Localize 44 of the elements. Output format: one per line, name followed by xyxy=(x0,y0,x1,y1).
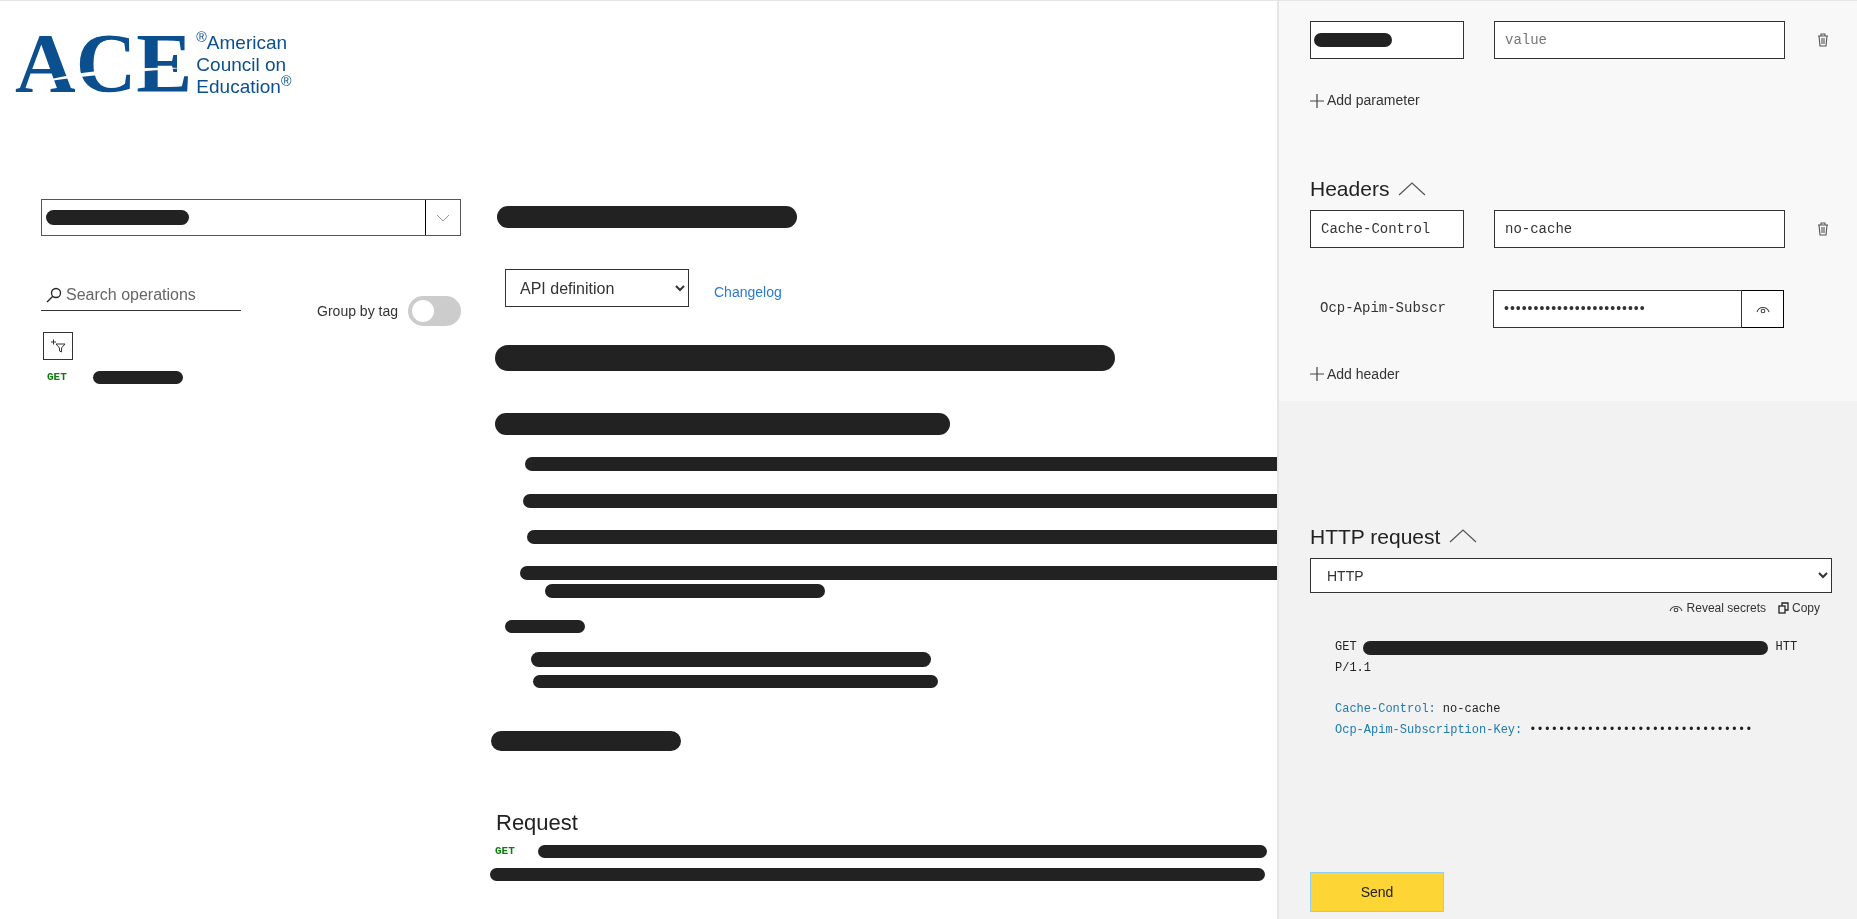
code-text: P/1.1 xyxy=(1335,660,1371,677)
chevron-icon[interactable] xyxy=(1448,528,1479,545)
send-button[interactable]: Send xyxy=(1310,872,1444,912)
header-key: Cache-Control: xyxy=(1335,699,1436,720)
headers-heading: Headers xyxy=(1310,176,1390,202)
filter-button[interactable] xyxy=(43,332,73,360)
operation-item[interactable]: GET xyxy=(41,366,241,388)
parameter-name-field[interactable] xyxy=(1310,21,1464,59)
group-by-tag-label: Group by tag xyxy=(317,301,398,321)
trash-icon[interactable] xyxy=(1817,221,1829,236)
code-text: HTT xyxy=(1775,639,1798,656)
filter-icon xyxy=(50,339,66,353)
group-by-tag-toggle[interactable] xyxy=(408,296,461,326)
parameter-value-field[interactable]: value xyxy=(1494,21,1785,59)
copy-icon xyxy=(1778,602,1789,614)
request-heading: Request xyxy=(496,809,578,837)
http-request-heading: HTTP request xyxy=(1310,523,1441,550)
method-label: GET xyxy=(47,369,68,385)
show-secret-button[interactable] xyxy=(1742,289,1784,328)
trash-icon[interactable] xyxy=(1817,33,1829,47)
definition-select[interactable]: API definition xyxy=(505,269,689,307)
search-field[interactable]: Search operations xyxy=(66,282,236,307)
header-value-field[interactable]: •••••••••••••••••••••••• xyxy=(1493,289,1742,328)
eye-icon xyxy=(1668,603,1683,613)
header-key: Ocp-Apim-Subscription-Key: xyxy=(1335,720,1523,741)
api-select[interactable] xyxy=(41,199,461,236)
plus-icon xyxy=(1310,367,1324,381)
chevron-icon[interactable] xyxy=(1397,180,1428,197)
method-label: GET xyxy=(495,844,516,859)
header-name-field[interactable]: Cache-Control xyxy=(1310,209,1464,248)
chevron-icon xyxy=(436,213,450,222)
header-value: no-cache xyxy=(1442,701,1501,718)
plus-icon xyxy=(1310,93,1324,108)
changelog-link[interactable]: Changelog xyxy=(714,282,782,303)
format-select[interactable]: HTTP xyxy=(1310,558,1832,593)
header-value-field[interactable]: no-cache xyxy=(1494,209,1785,248)
add-header-button[interactable]: Add header xyxy=(1310,363,1400,385)
code-text: GET xyxy=(1335,639,1357,656)
add-parameter-button[interactable]: Add parameter xyxy=(1310,90,1420,111)
header-value: ••••••••••••••••••••••••••••••• xyxy=(1529,722,1753,739)
header-name-label: Ocp-Apim-Subscr xyxy=(1319,299,1448,318)
search-icon xyxy=(46,286,62,303)
reveal-secrets-button[interactable]: Reveal secrets xyxy=(1668,599,1766,617)
copy-button[interactable]: Copy xyxy=(1778,599,1820,617)
